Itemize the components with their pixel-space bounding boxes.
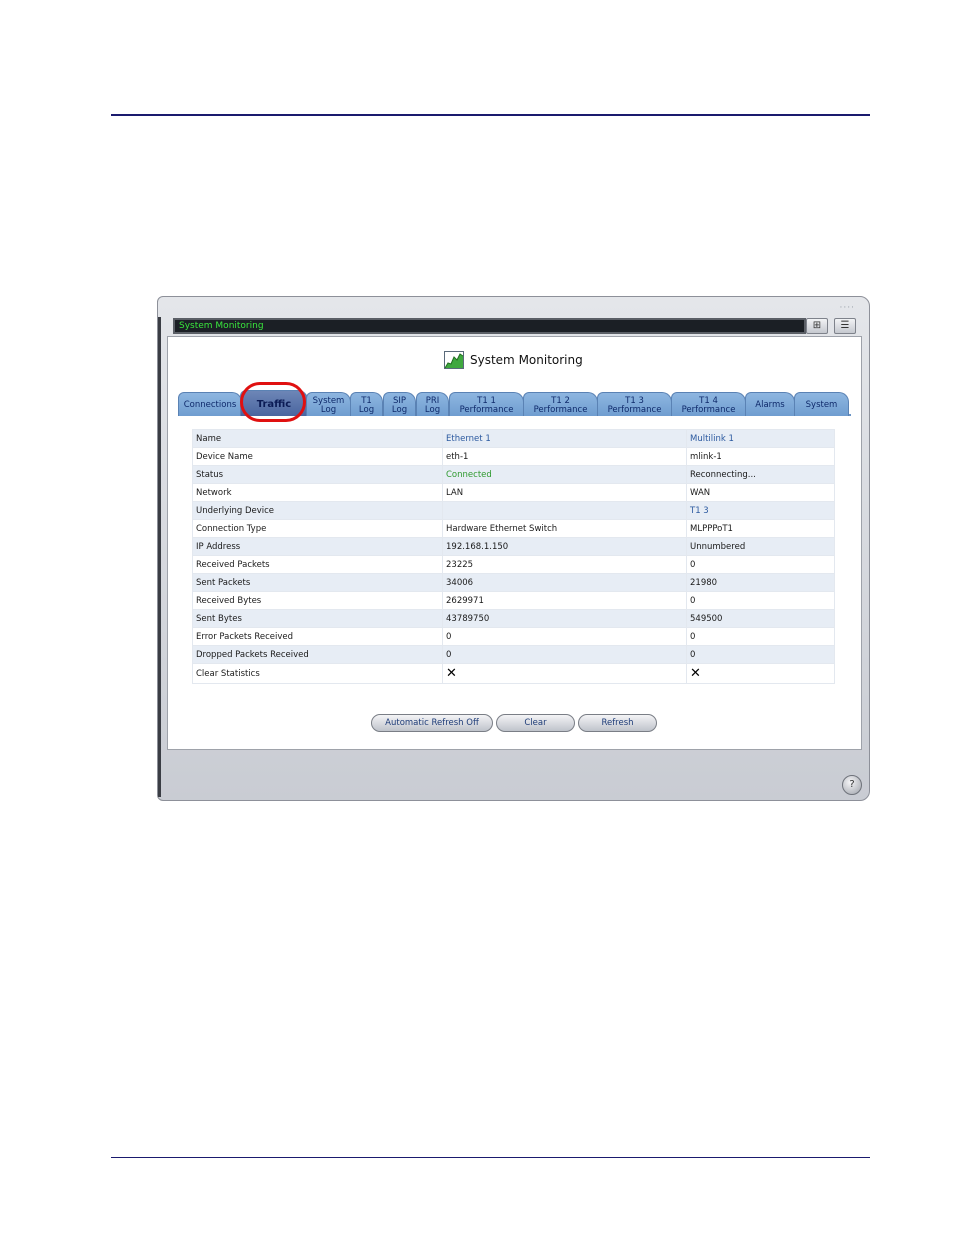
tab-t1-4-performance[interactable]: T1 4 Performance bbox=[671, 392, 746, 416]
traffic-table: Name Ethernet 1 Multilink 1 Device Name eth… bbox=[192, 429, 835, 684]
status-reconnecting: Reconnecting... bbox=[686, 465, 835, 484]
cell-value: 0 bbox=[442, 645, 687, 664]
window-title-bar: System Monitoring bbox=[173, 318, 806, 334]
cell-value: LAN bbox=[442, 483, 687, 502]
tab-label: Performance bbox=[533, 404, 588, 415]
row-label: Device Name bbox=[192, 447, 443, 466]
cell-value: 0 bbox=[686, 627, 835, 646]
cell-value: 21980 bbox=[686, 573, 835, 592]
cell-value: 34006 bbox=[442, 573, 687, 592]
tab-label: Log bbox=[320, 404, 337, 415]
row-label: Clear Statistics bbox=[192, 663, 443, 684]
tab-t1-2-performance[interactable]: T1 2 Performance bbox=[523, 392, 598, 416]
cell-value: 23225 bbox=[442, 555, 687, 574]
tab-label: Performance bbox=[607, 404, 662, 415]
tab-label: Alarms bbox=[755, 400, 785, 410]
tab-label: Log bbox=[358, 404, 375, 415]
table-row: Connection Type Hardware Ethernet Switch M… bbox=[192, 519, 835, 538]
tab-t1-3-performance[interactable]: T1 3 Performance bbox=[597, 392, 672, 416]
cell-value: Unnumbered bbox=[686, 537, 835, 556]
footer-rule bbox=[111, 1157, 870, 1158]
cell-value: eth-1 bbox=[442, 447, 687, 466]
row-label: Sent Bytes bbox=[192, 609, 443, 628]
traffic-graph-icon bbox=[444, 351, 464, 369]
tab-sip-log[interactable]: SIP Log bbox=[383, 392, 416, 416]
row-label: Received Packets bbox=[192, 555, 443, 574]
window-left-edge bbox=[158, 317, 161, 797]
clear-cell: ✕ bbox=[442, 663, 687, 684]
tab-connections[interactable]: Connections bbox=[178, 392, 242, 416]
cell-value: 192.168.1.150 bbox=[442, 537, 687, 556]
clear-stats-mlink-icon[interactable]: ✕ bbox=[690, 666, 701, 681]
page-heading: System Monitoring bbox=[444, 349, 583, 371]
row-label: Sent Packets bbox=[192, 573, 443, 592]
cell-value: 0 bbox=[686, 591, 835, 610]
table-row: Received Bytes 2629971 0 bbox=[192, 591, 835, 610]
table-row: Dropped Packets Received 0 0 bbox=[192, 645, 835, 664]
cell-value: MLPPPoT1 bbox=[686, 519, 835, 538]
window-grip-dots: ···· bbox=[839, 303, 855, 313]
tab-system-log[interactable]: System Log bbox=[306, 392, 351, 416]
tab-label: Log bbox=[391, 404, 408, 415]
header-rule bbox=[111, 114, 870, 116]
table-row: Device Name eth-1 mlink-1 bbox=[192, 447, 835, 466]
row-label: Name bbox=[192, 429, 443, 448]
tab-highlight-circle bbox=[240, 382, 306, 422]
cell-value: 2629971 bbox=[442, 591, 687, 610]
cell-value[interactable]: T1 3 bbox=[686, 501, 835, 520]
tab-label: Connections bbox=[183, 400, 237, 410]
clear-stats-eth-icon[interactable]: ✕ bbox=[446, 666, 457, 681]
status-connected: Connected bbox=[442, 465, 687, 484]
row-label: IP Address bbox=[192, 537, 443, 556]
main-content: System Monitoring Connections Traffic Sy… bbox=[167, 336, 862, 750]
cell-value: 0 bbox=[442, 627, 687, 646]
refresh-button[interactable]: Refresh bbox=[578, 714, 657, 732]
table-row: Sent Packets 34006 21980 bbox=[192, 573, 835, 592]
table-row: Error Packets Received 0 0 bbox=[192, 627, 835, 646]
layout-icon[interactable]: ⊞ bbox=[806, 318, 828, 334]
auto-refresh-button[interactable]: Automatic Refresh Off bbox=[371, 714, 493, 732]
cell-value: 0 bbox=[686, 645, 835, 664]
table-row: Received Packets 23225 0 bbox=[192, 555, 835, 574]
cell-value: 43789750 bbox=[442, 609, 687, 628]
tab-label: Performance bbox=[459, 404, 514, 415]
cell-value bbox=[442, 501, 687, 520]
window-title: System Monitoring bbox=[179, 321, 264, 331]
table-row: Name Ethernet 1 Multilink 1 bbox=[192, 429, 835, 448]
cell-value: 0 bbox=[686, 555, 835, 574]
clear-cell: ✕ bbox=[686, 663, 835, 684]
cell-value: 549500 bbox=[686, 609, 835, 628]
cell-value[interactable]: Ethernet 1 bbox=[442, 429, 687, 448]
row-label: Received Bytes bbox=[192, 591, 443, 610]
app-window: ···· System Monitoring ⊞ ☰ System Monito… bbox=[157, 296, 870, 801]
page-title: System Monitoring bbox=[470, 353, 583, 367]
row-label: Error Packets Received bbox=[192, 627, 443, 646]
clear-button[interactable]: Clear bbox=[496, 714, 575, 732]
row-label: Underlying Device bbox=[192, 501, 443, 520]
table-row: IP Address 192.168.1.150 Unnumbered bbox=[192, 537, 835, 556]
table-row: Underlying Device T1 3 bbox=[192, 501, 835, 520]
row-label: Network bbox=[192, 483, 443, 502]
tab-t1-1-performance[interactable]: T1 1 Performance bbox=[449, 392, 524, 416]
tab-label: Log bbox=[424, 404, 441, 415]
help-icon[interactable]: ? bbox=[842, 775, 862, 795]
tab-pri-log[interactable]: PRI Log bbox=[416, 392, 449, 416]
table-row: Status Connected Reconnecting... bbox=[192, 465, 835, 484]
menu-icon[interactable]: ☰ bbox=[834, 318, 856, 334]
tab-label: System bbox=[805, 400, 838, 410]
cell-value[interactable]: Multilink 1 bbox=[686, 429, 835, 448]
tab-alarms[interactable]: Alarms bbox=[745, 392, 795, 416]
tab-system[interactable]: System bbox=[794, 392, 849, 416]
row-label: Connection Type bbox=[192, 519, 443, 538]
tab-label: Performance bbox=[681, 404, 736, 415]
table-row: Sent Bytes 43789750 549500 bbox=[192, 609, 835, 628]
cell-value: WAN bbox=[686, 483, 835, 502]
table-row: Clear Statistics ✕ ✕ bbox=[192, 663, 835, 684]
table-row: Network LAN WAN bbox=[192, 483, 835, 502]
tab-t1-log[interactable]: T1 Log bbox=[350, 392, 383, 416]
cell-value: Hardware Ethernet Switch bbox=[442, 519, 687, 538]
row-label: Status bbox=[192, 465, 443, 484]
cell-value: mlink-1 bbox=[686, 447, 835, 466]
row-label: Dropped Packets Received bbox=[192, 645, 443, 664]
